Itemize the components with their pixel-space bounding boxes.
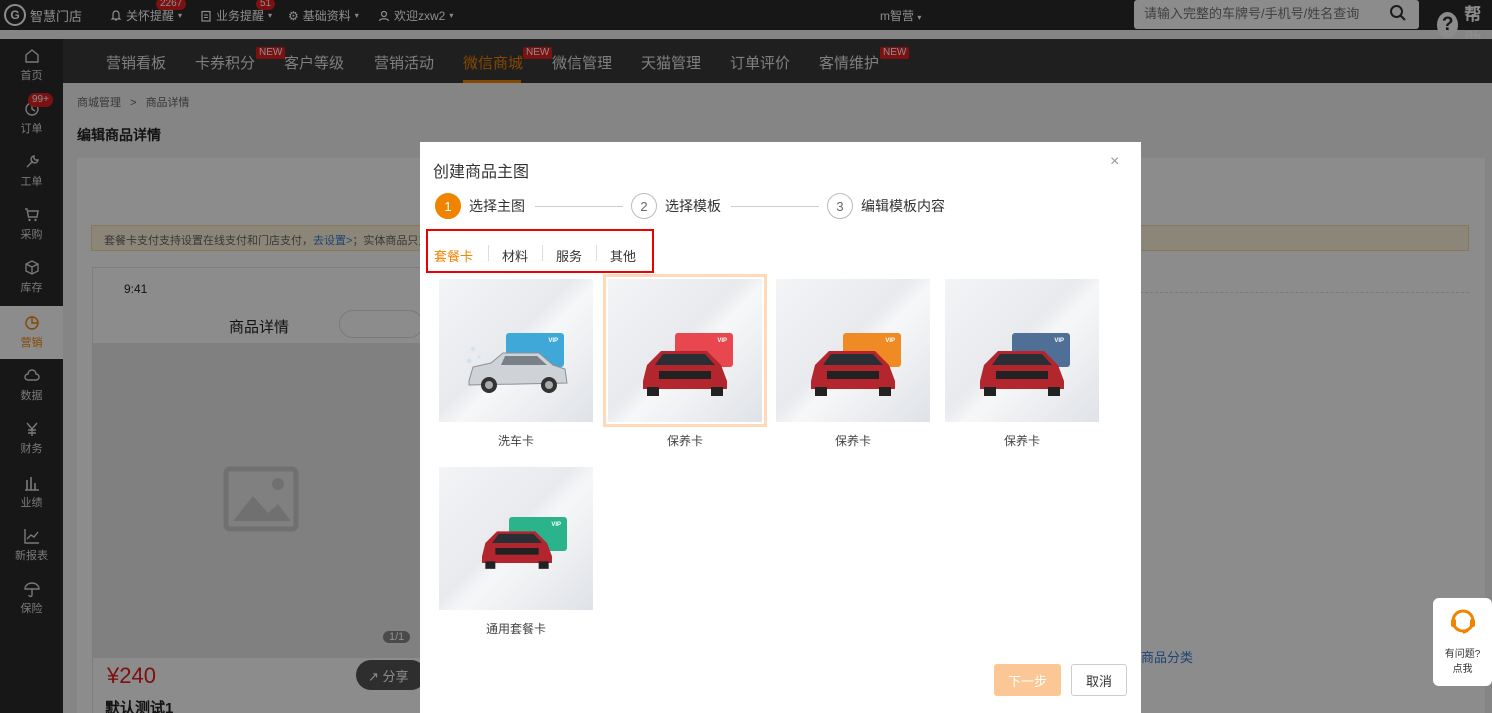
next-button[interactable]: 下一步 [994,664,1061,696]
step-2: 2 选择模板 [631,193,721,219]
tab-divider [596,245,597,261]
step-1: 1 选择主图 [435,193,525,219]
tab-other[interactable]: 其他 [610,246,636,265]
car-image [466,347,568,393]
headset-icon [1450,609,1475,634]
car-image [482,531,552,569]
card-label: 洗车卡 [497,434,534,448]
close-icon[interactable]: × [1110,153,1119,171]
create-main-image-dialog: 创建商品主图 × 1 选择主图 2 选择模板 3 编辑模板内容 套餐卡 材料 服… [420,142,1141,713]
card-thumbnail: VIP [945,279,1099,422]
card-label: 保养卡 [666,434,703,448]
tab-materials[interactable]: 材料 [502,246,528,265]
tab-divider [488,245,489,261]
card-thumbnail: VIP [439,467,593,610]
help-line-2: 点我 [1452,664,1473,675]
card-thumbnail: VIP [439,279,593,422]
step-number: 3 [827,193,853,219]
help-line-1: 有问题? [1444,649,1481,660]
tab-package-card[interactable]: 套餐卡 [434,246,473,265]
category-tabs: 套餐卡 材料 服务 其他 [426,229,654,273]
car-image [811,351,895,396]
tab-divider [542,245,543,261]
step-label: 选择模板 [665,198,721,214]
cancel-button[interactable]: 取消 [1071,664,1127,696]
card-label: 保养卡 [834,434,871,448]
card-thumbnail: VIP [603,274,767,427]
help-widget[interactable]: 有问题? 点我 [1433,598,1492,686]
card-thumbnail: VIP [776,279,930,422]
dialog-title: 创建商品主图 [433,164,530,181]
car-image [980,351,1064,396]
card-label: 通用套餐卡 [485,622,546,636]
step-number: 2 [631,193,657,219]
step-label: 编辑模板内容 [861,198,945,214]
step-connector [535,206,623,207]
card-label: 保养卡 [1003,434,1040,448]
step-3: 3 编辑模板内容 [827,193,945,219]
step-number: 1 [435,193,461,219]
tab-services[interactable]: 服务 [556,246,582,265]
car-image [643,351,727,396]
step-label: 选择主图 [469,198,525,214]
step-connector [731,206,819,207]
